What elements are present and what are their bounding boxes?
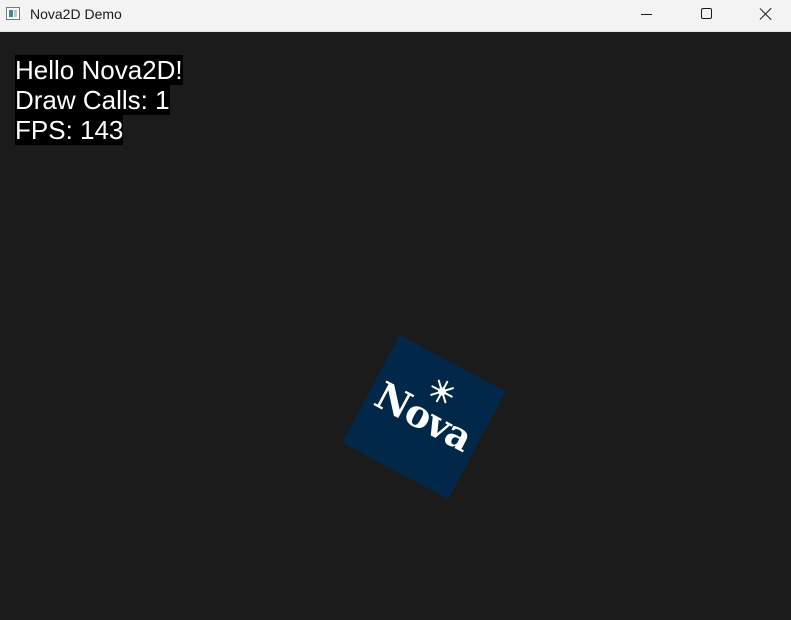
draw-calls-text: Draw Calls: 1 <box>15 85 170 115</box>
title-bar[interactable]: Nova2D Demo <box>0 0 791 32</box>
logo-text: Nova <box>367 372 480 461</box>
close-icon <box>759 7 773 21</box>
maximize-icon <box>701 8 712 19</box>
maximize-button[interactable] <box>683 0 729 31</box>
window-title: Nova2D Demo <box>30 6 122 22</box>
debug-overlay: Hello Nova2D! Draw Calls: 1 FPS: 143 <box>15 55 183 145</box>
minimize-button[interactable] <box>623 0 669 31</box>
fps-text: FPS: 143 <box>15 115 124 145</box>
nova-logo-sprite: Nova <box>342 334 506 500</box>
close-button[interactable] <box>742 0 788 31</box>
app-window: Nova2D Demo Hello Nova2D! Draw Calls: 1 … <box>0 0 791 620</box>
app-icon <box>6 7 20 20</box>
minimize-icon <box>641 14 652 15</box>
greeting-text: Hello Nova2D! <box>15 55 183 85</box>
